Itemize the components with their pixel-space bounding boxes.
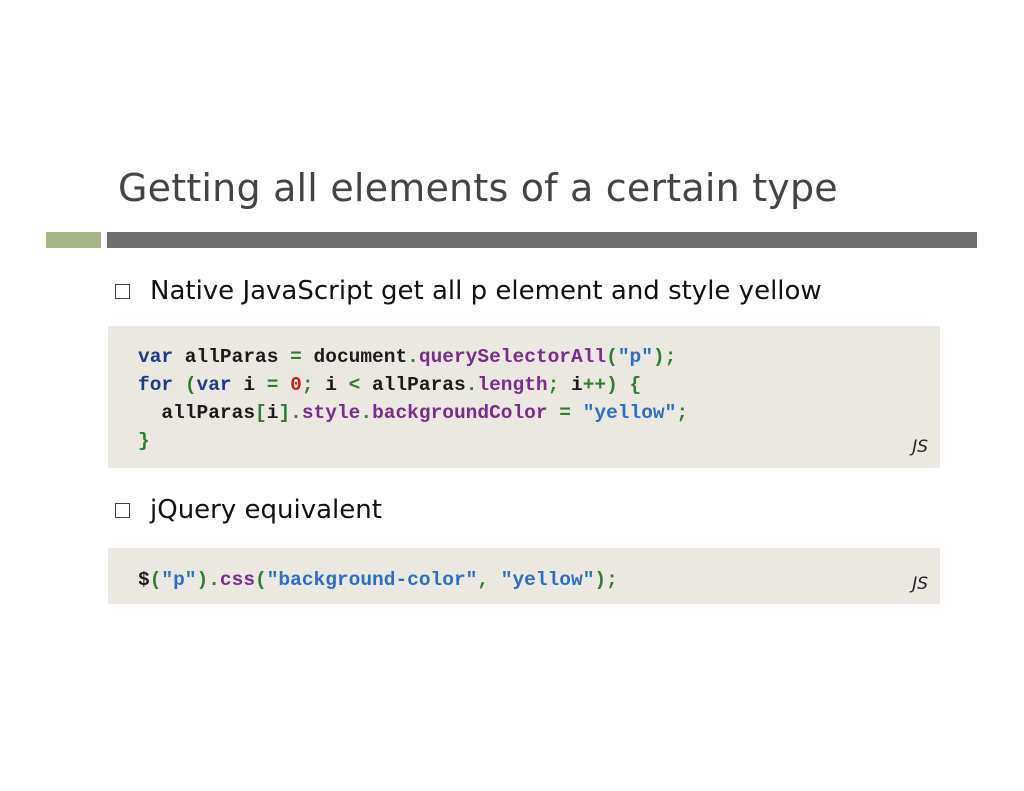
code-line: for (var i = 0; i < allParas.length; i++… xyxy=(138,374,642,396)
title-divider-bar xyxy=(107,232,977,248)
title-accent-bar xyxy=(46,232,101,248)
square-bullet-icon xyxy=(115,502,130,518)
bullet-native-js: Native JavaScript get all p element and … xyxy=(115,273,822,309)
bullet-text: Native JavaScript get all p element and … xyxy=(150,276,822,306)
code-line: var allParas = document.querySelectorAll… xyxy=(138,346,677,368)
square-bullet-icon xyxy=(115,283,130,299)
bullet-text: jQuery equivalent xyxy=(150,495,382,525)
code-language-label: JS xyxy=(912,437,928,457)
bullet-jquery: jQuery equivalent xyxy=(115,492,382,528)
code-line: allParas[i].style.backgroundColor = "yel… xyxy=(138,402,689,424)
code-line: } xyxy=(138,430,150,452)
slide-title: Getting all elements of a certain type xyxy=(118,166,838,210)
code-block-native-js: var allParas = document.querySelectorAll… xyxy=(108,326,940,468)
code-block-jquery: $("p").css("background-color", "yellow")… xyxy=(108,548,940,604)
code-language-label: JS xyxy=(912,574,928,594)
code-line: $("p").css("background-color", "yellow")… xyxy=(138,569,618,591)
